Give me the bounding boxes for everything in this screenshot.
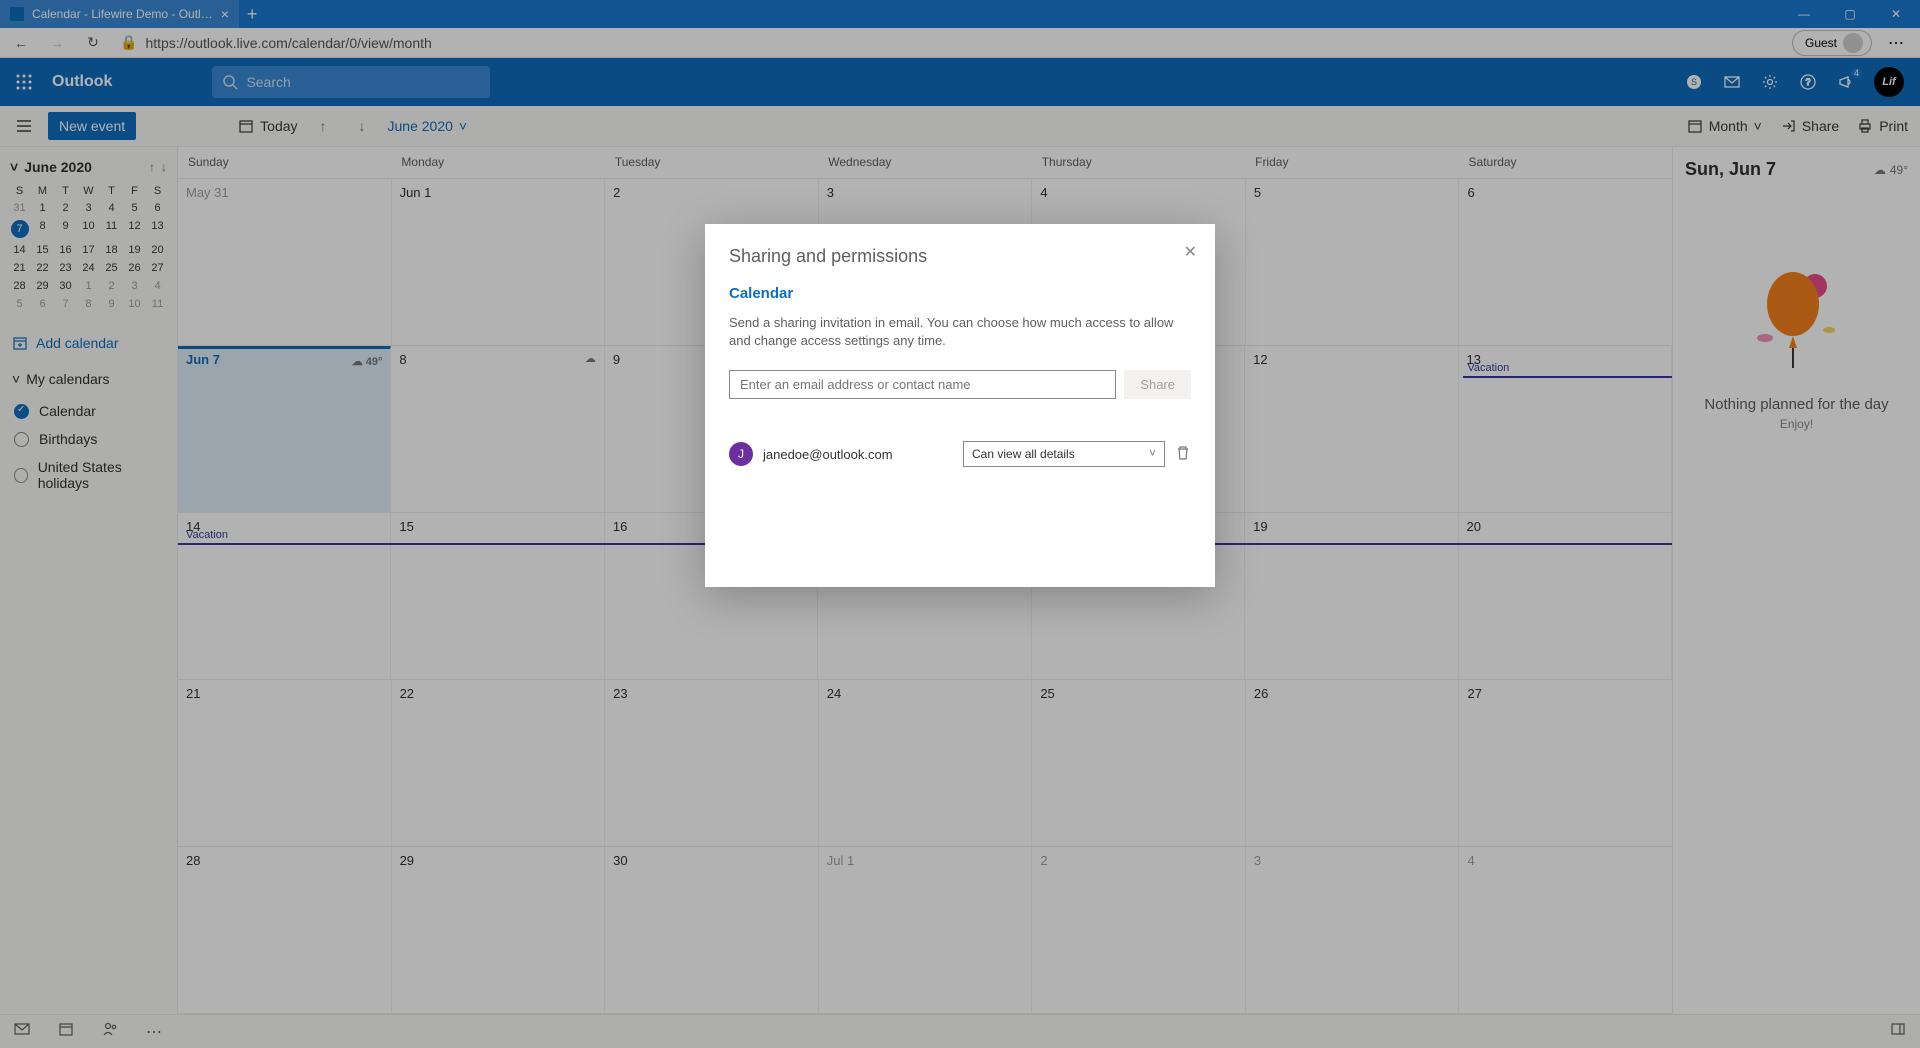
modal-scrim[interactable]: ✕ Sharing and permissions Calendar Send … (0, 0, 1920, 1048)
sharing-dialog: ✕ Sharing and permissions Calendar Send … (705, 224, 1215, 587)
permission-dropdown[interactable]: Can view all details (963, 441, 1165, 467)
share-submit-button[interactable]: Share (1124, 370, 1191, 399)
dialog-calendar-name: Calendar (729, 285, 1191, 302)
dialog-title: Sharing and permissions (729, 246, 1191, 267)
person-avatar: J (729, 442, 753, 466)
dialog-close-button[interactable]: ✕ (1184, 242, 1197, 262)
shared-person-row: J janedoe@outlook.com Can view all detai… (729, 441, 1191, 467)
dialog-description: Send a sharing invitation in email. You … (729, 314, 1191, 350)
permission-selected-label: Can view all details (972, 447, 1075, 461)
trash-icon (1175, 445, 1191, 461)
share-email-input[interactable] (729, 370, 1116, 399)
remove-person-button[interactable] (1175, 445, 1191, 464)
person-email: janedoe@outlook.com (763, 447, 893, 462)
